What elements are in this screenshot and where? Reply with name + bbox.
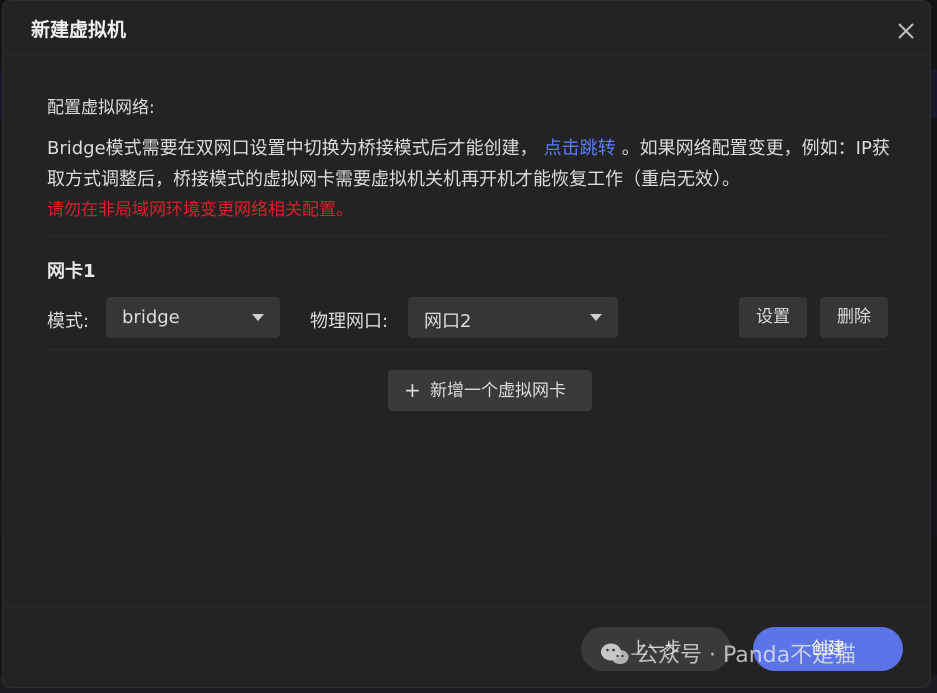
description-text-1: Bridge模式需要在双网口设置中切换为桥接模式后才能创建， (47, 138, 538, 159)
watermark-text: 公众号 · Panda不是猫 (636, 643, 857, 668)
port-select[interactable]: 网口2 (408, 297, 618, 338)
nic-delete-button[interactable]: 删除 (820, 297, 888, 338)
port-select-value: 网口2 (424, 311, 472, 332)
watermark: 公众号 · Panda不是猫 (600, 637, 856, 673)
mode-label: 模式: (47, 311, 90, 332)
add-nic-label: 新增一个虚拟网卡 (430, 381, 566, 401)
nic-divider (47, 349, 886, 350)
chevron-down-icon (590, 314, 602, 321)
plus-icon: + (404, 378, 421, 402)
mode-select[interactable]: bridge (106, 297, 280, 338)
dialog-title: 新建虚拟机 (31, 19, 127, 41)
wechat-icon (600, 642, 630, 666)
add-virtual-nic-button[interactable]: + 新增一个虚拟网卡 (388, 370, 592, 411)
network-section-label: 配置虚拟网络: (47, 98, 155, 118)
close-icon[interactable] (896, 21, 916, 41)
dialog-header: 新建虚拟机 (3, 1, 930, 55)
new-vm-dialog: 新建虚拟机 配置虚拟网络: Bridge模式需要在双网口设置中切换为桥接模式后才… (2, 0, 931, 688)
chevron-down-icon (252, 314, 264, 321)
mode-select-value: bridge (122, 307, 180, 328)
nic-title: 网卡1 (47, 261, 96, 282)
jump-link[interactable]: 点击跳转 (544, 138, 616, 159)
network-warning: 请勿在非局域网环境变更网络相关配置。 (47, 200, 353, 220)
nic-settings-button[interactable]: 设置 (739, 297, 807, 338)
port-label: 物理网口: (310, 311, 389, 332)
section-divider (47, 235, 886, 236)
network-description: Bridge模式需要在双网口设置中切换为桥接模式后才能创建， 点击跳转 。如果网络配… (47, 133, 897, 226)
